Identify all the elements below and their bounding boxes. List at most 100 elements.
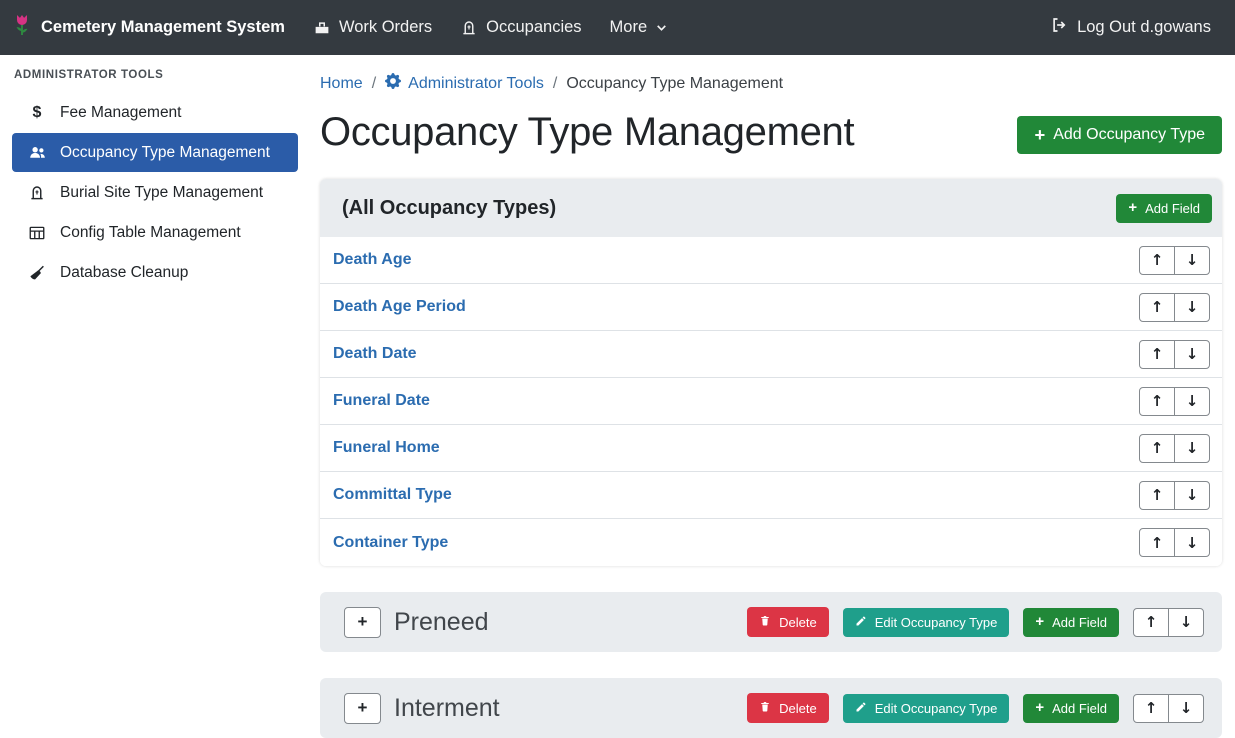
field-link[interactable]: Death Age Period	[333, 298, 466, 316]
field-row: Committal Type ↑ ↓	[320, 472, 1222, 519]
move-up-button[interactable]: ↑	[1133, 608, 1169, 637]
field-row: Death Age ↑ ↓	[320, 237, 1222, 284]
occupancy-type-section-preneed: + Preneed Delete Edit	[320, 592, 1222, 652]
table-icon	[27, 224, 47, 242]
move-up-button[interactable]: ↑	[1139, 387, 1175, 416]
broom-icon	[27, 264, 47, 282]
nav-label: More	[610, 18, 648, 37]
expand-button[interactable]: +	[344, 607, 381, 638]
field-link[interactable]: Funeral Date	[333, 392, 430, 410]
toolbox-icon	[313, 19, 331, 37]
sidebar-item-label: Config Table Management	[60, 224, 241, 242]
field-row: Death Date ↑ ↓	[320, 331, 1222, 378]
move-down-button[interactable]: ↓	[1168, 694, 1204, 723]
sidebar-item-label: Fee Management	[60, 104, 182, 122]
dollar-icon: $	[27, 104, 47, 122]
move-up-button[interactable]: ↑	[1139, 293, 1175, 322]
plus-icon: +	[1034, 126, 1045, 144]
reorder-button-group: ↑ ↓	[1139, 387, 1210, 416]
top-navbar: Cemetery Management System Work Orders O…	[0, 0, 1235, 55]
sidebar-item-label: Database Cleanup	[60, 264, 188, 282]
tulip-logo-icon	[12, 12, 32, 43]
field-link[interactable]: Funeral Home	[333, 439, 440, 457]
sidebar-item-fee-management[interactable]: $ Fee Management	[12, 93, 298, 132]
card-header: (All Occupancy Types) + Add Field	[320, 179, 1222, 237]
section-title: Preneed	[394, 608, 747, 637]
section-title: Interment	[394, 694, 747, 723]
move-down-button[interactable]: ↓	[1168, 608, 1204, 637]
page-title: Occupancy Type Management	[320, 110, 854, 155]
tombstone-icon	[460, 19, 478, 37]
move-up-button[interactable]: ↑	[1139, 340, 1175, 369]
add-field-button[interactable]: + Add Field	[1023, 694, 1119, 723]
pencil-icon	[855, 701, 867, 716]
field-link[interactable]: Death Date	[333, 345, 417, 363]
edit-occupancy-type-button[interactable]: Edit Occupancy Type	[843, 608, 1010, 637]
users-icon	[27, 143, 47, 162]
delete-button[interactable]: Delete	[747, 607, 829, 637]
reorder-button-group: ↑ ↓	[1139, 481, 1210, 510]
move-down-button[interactable]: ↓	[1174, 434, 1210, 463]
move-up-button[interactable]: ↑	[1139, 481, 1175, 510]
reorder-button-group: ↑ ↓	[1139, 340, 1210, 369]
move-up-button[interactable]: ↑	[1139, 434, 1175, 463]
breadcrumb-current: Occupancy Type Management	[566, 75, 783, 93]
section-actions: Delete Edit Occupancy Type + Add Field ↑…	[747, 607, 1204, 637]
plus-icon: +	[1128, 201, 1137, 216]
page-header: Occupancy Type Management + Add Occupanc…	[320, 110, 1222, 155]
trash-icon	[759, 700, 771, 716]
sidebar-section-header: ADMINISTRATOR TOOLS	[0, 59, 310, 93]
logout-label: Log Out d.gowans	[1077, 18, 1211, 37]
tombstone-icon	[27, 184, 47, 202]
all-occupancy-types-card: (All Occupancy Types) + Add Field Death …	[320, 179, 1222, 566]
move-down-button[interactable]: ↓	[1174, 528, 1210, 557]
add-field-button[interactable]: + Add Field	[1023, 608, 1119, 637]
move-down-button[interactable]: ↓	[1174, 340, 1210, 369]
field-link[interactable]: Container Type	[333, 534, 448, 552]
edit-occupancy-type-button[interactable]: Edit Occupancy Type	[843, 694, 1010, 723]
reorder-button-group: ↑ ↓	[1139, 293, 1210, 322]
logout-icon	[1050, 16, 1068, 39]
nav-label: Occupancies	[486, 18, 581, 37]
pencil-icon	[855, 615, 867, 630]
add-field-button[interactable]: + Add Field	[1116, 194, 1212, 223]
chevron-down-icon	[655, 21, 668, 34]
nav-item-occupancies[interactable]: Occupancies	[460, 18, 581, 37]
reorder-button-group: ↑ ↓	[1133, 694, 1204, 723]
logout-button[interactable]: Log Out d.gowans	[1050, 16, 1211, 39]
nav-item-more[interactable]: More	[610, 18, 669, 37]
reorder-button-group: ↑ ↓	[1139, 528, 1210, 557]
trash-icon	[759, 614, 771, 630]
expand-button[interactable]: +	[344, 693, 381, 724]
move-down-button[interactable]: ↓	[1174, 387, 1210, 416]
sidebar-item-config-table-management[interactable]: Config Table Management	[12, 213, 298, 252]
sidebar-item-label: Occupancy Type Management	[60, 144, 270, 162]
move-up-button[interactable]: ↑	[1139, 246, 1175, 275]
sidebar-item-label: Burial Site Type Management	[60, 184, 263, 202]
breadcrumb-admin-tools-link[interactable]: Administrator Tools	[385, 73, 544, 94]
field-link[interactable]: Committal Type	[333, 486, 452, 504]
move-down-button[interactable]: ↓	[1174, 246, 1210, 275]
navbar-links: Work Orders Occupancies More	[313, 18, 668, 37]
sidebar-item-database-cleanup[interactable]: Database Cleanup	[12, 253, 298, 292]
reorder-button-group: ↑ ↓	[1133, 608, 1204, 637]
breadcrumb-separator: /	[372, 75, 376, 93]
breadcrumb-home-link[interactable]: Home	[320, 75, 363, 93]
card-title: (All Occupancy Types)	[342, 197, 556, 220]
breadcrumb-separator: /	[553, 75, 557, 93]
add-occupancy-type-button[interactable]: + Add Occupancy Type	[1017, 116, 1222, 154]
sidebar-item-burial-site-type-management[interactable]: Burial Site Type Management	[12, 173, 298, 212]
field-row: Funeral Date ↑ ↓	[320, 378, 1222, 425]
move-up-button[interactable]: ↑	[1133, 694, 1169, 723]
field-link[interactable]: Death Age	[333, 251, 412, 269]
move-up-button[interactable]: ↑	[1139, 528, 1175, 557]
nav-item-work-orders[interactable]: Work Orders	[313, 18, 432, 37]
delete-button[interactable]: Delete	[747, 693, 829, 723]
move-down-button[interactable]: ↓	[1174, 481, 1210, 510]
occupancy-type-section-interment: + Interment Delete Edi	[320, 678, 1222, 738]
sidebar-item-occupancy-type-management[interactable]: Occupancy Type Management	[12, 133, 298, 172]
move-down-button[interactable]: ↓	[1174, 293, 1210, 322]
section-actions: Delete Edit Occupancy Type + Add Field ↑…	[747, 693, 1204, 723]
plus-icon: +	[1035, 615, 1044, 630]
brand-link[interactable]: Cemetery Management System	[12, 12, 285, 43]
